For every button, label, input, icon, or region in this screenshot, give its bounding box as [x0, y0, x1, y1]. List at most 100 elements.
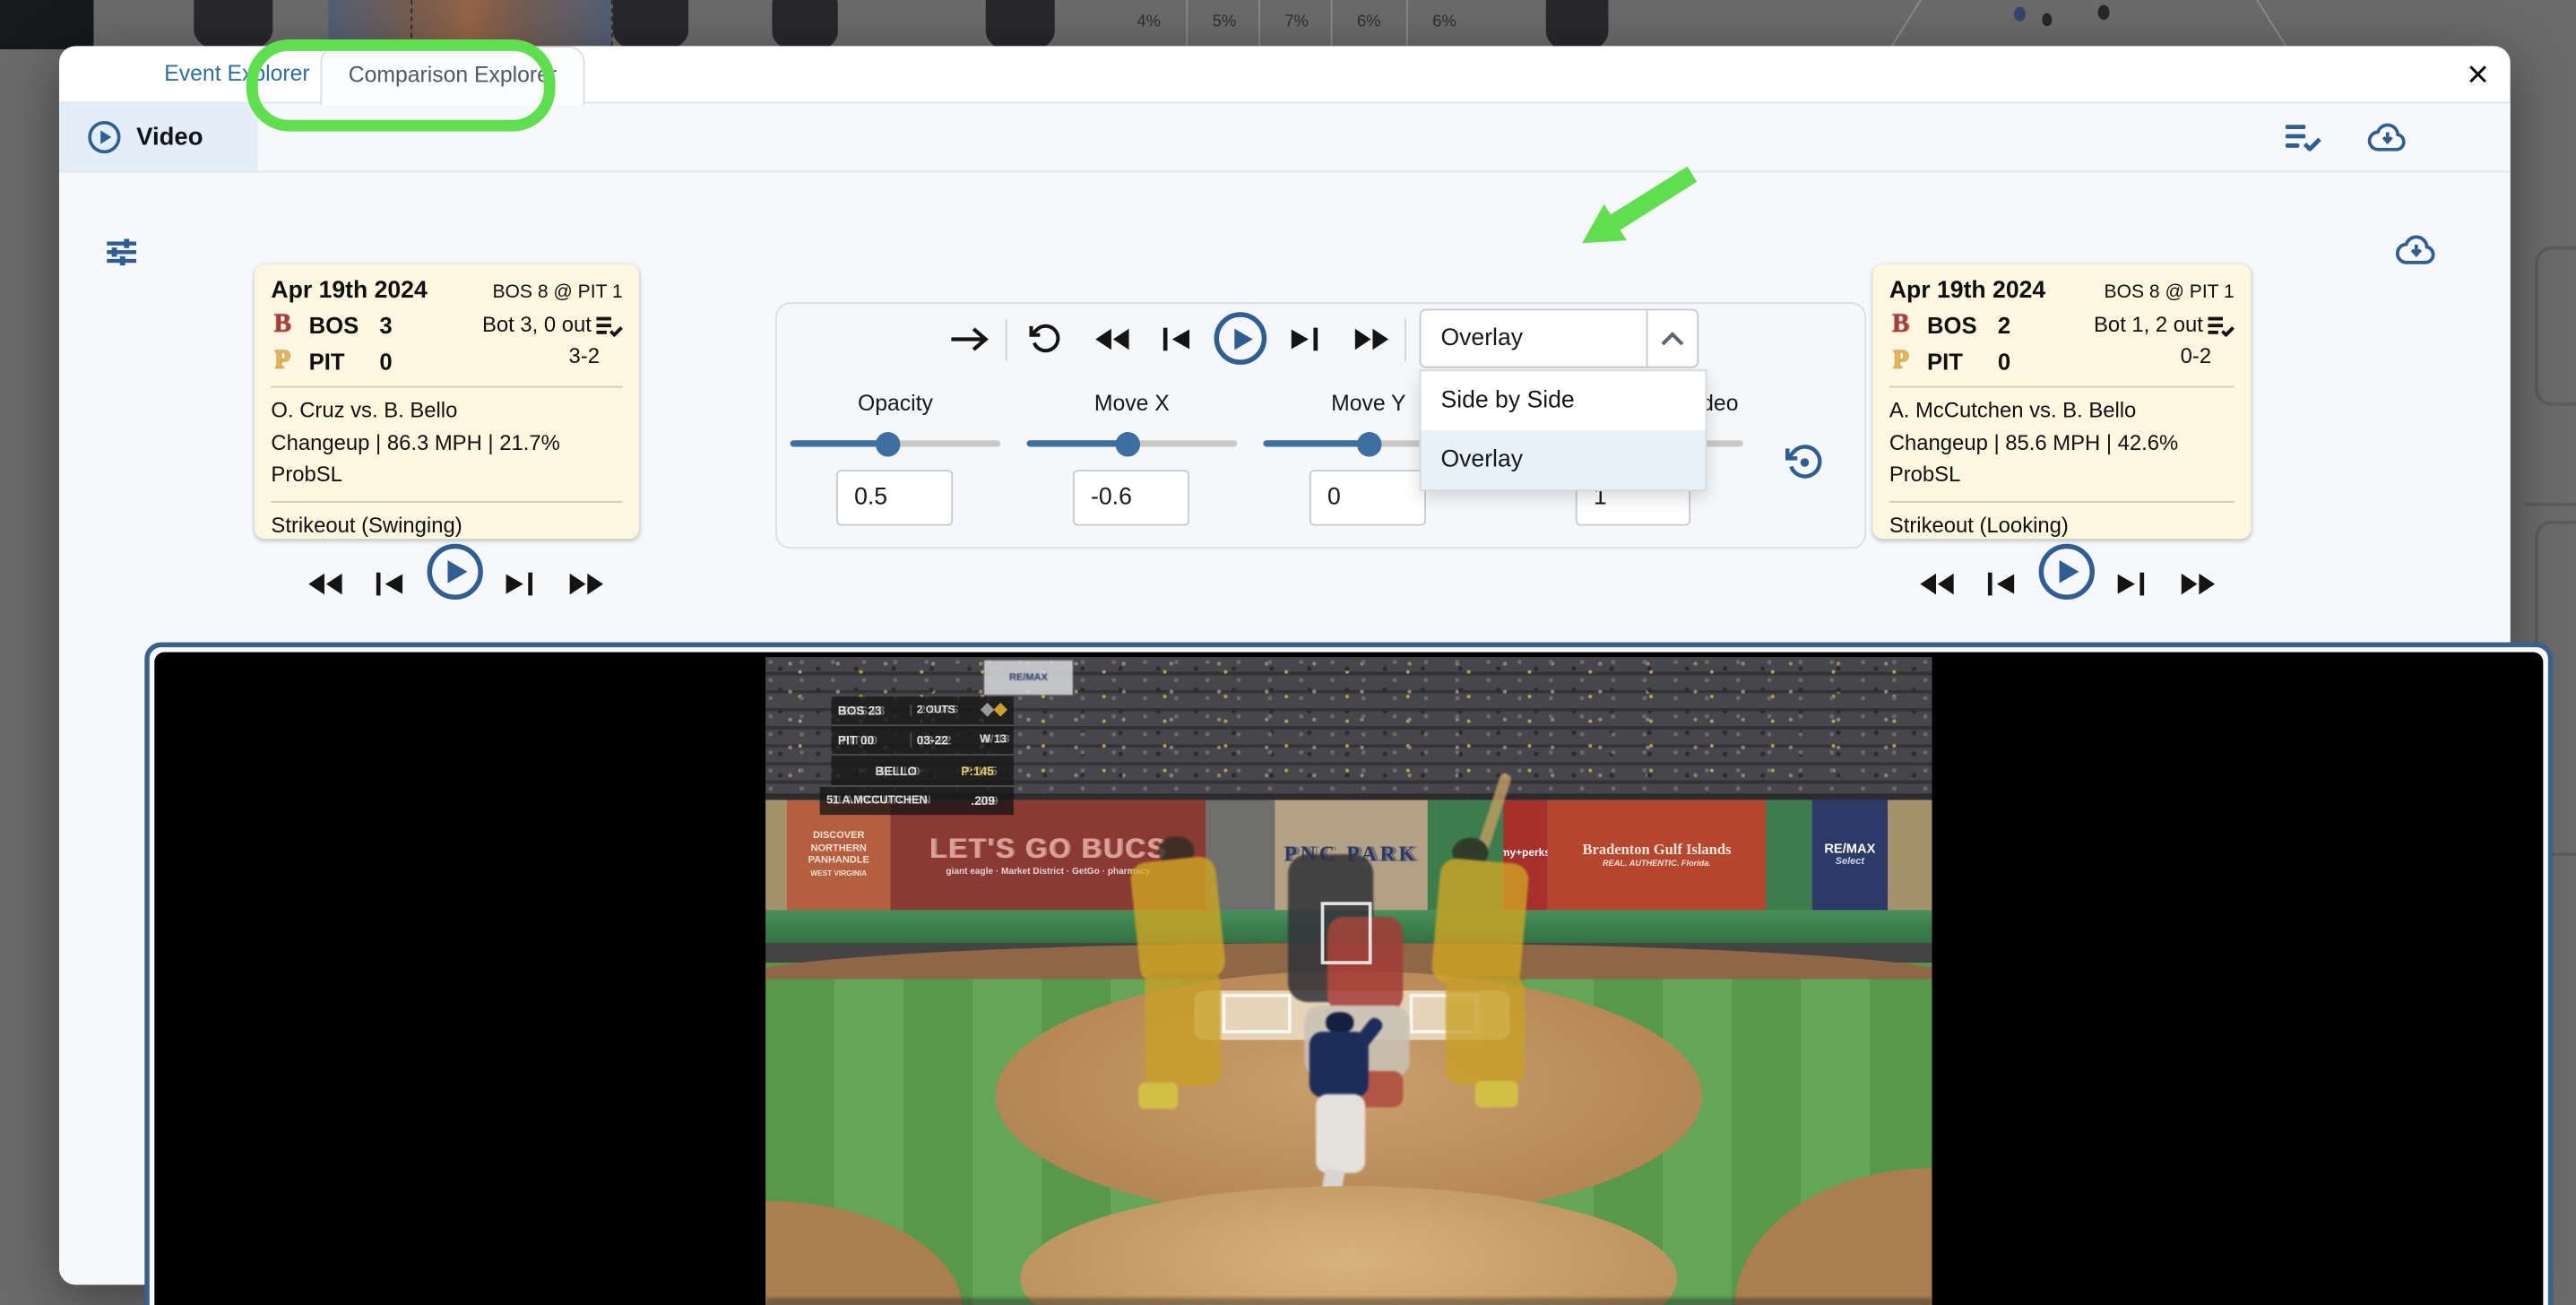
- pitch-info: Changeup | 85.6 MPH | 42.6% ProbSL: [1889, 427, 2235, 490]
- restore-history-icon[interactable]: [1785, 442, 1824, 489]
- reset-icon[interactable]: [1028, 322, 1061, 363]
- result: Strikeout (Swinging): [271, 508, 622, 540]
- move-x-label: Move X: [1027, 391, 1238, 415]
- backdrop-percent-label: 6%: [1432, 13, 1456, 31]
- backdrop-percent-label: 5%: [1213, 13, 1236, 31]
- backdrop-gridline: [1186, 0, 1188, 46]
- rewind-button[interactable]: [307, 572, 343, 605]
- tab-bar: Event Explorer Comparison Explorer ×: [59, 46, 2511, 103]
- scorebug-pitcher: BELLO: [831, 763, 961, 777]
- move-x-input[interactable]: [1073, 470, 1189, 525]
- scorebug-batter: 51 A.MCCUTCHEN: [820, 795, 972, 807]
- chevron-up-icon[interactable]: [1647, 310, 1698, 366]
- play-button[interactable]: [2039, 544, 2095, 600]
- cloud-download-icon[interactable]: [2367, 123, 2408, 152]
- comparison-explorer-modal: Event Explorer Comparison Explorer × Vid…: [59, 46, 2511, 1284]
- pitch-count: 0-2: [2094, 341, 2235, 373]
- tune-icon[interactable]: [107, 238, 136, 274]
- fast-forward-button[interactable]: [2180, 572, 2216, 605]
- fast-forward-button[interactable]: [568, 572, 604, 605]
- team-score: 0: [1998, 349, 2010, 375]
- previous-frame-button[interactable]: [1988, 572, 2016, 605]
- fast-forward-button[interactable]: [1353, 327, 1389, 360]
- video-frame: RE/MAX DISCOVER NORTHERN PANHANDLE WEST …: [765, 657, 1932, 1305]
- event-date: Apr 19th 2024: [1889, 278, 2045, 304]
- backdrop-dot: [2042, 13, 2052, 27]
- tab-event-explorer[interactable]: Event Explorer: [164, 46, 309, 101]
- playlist-check-icon[interactable]: [2286, 123, 2321, 151]
- menu-item-overlay[interactable]: Overlay: [1421, 430, 1705, 489]
- play-circle-icon: [87, 120, 121, 154]
- play-button[interactable]: [1215, 312, 1267, 365]
- event-card-right[interactable]: Apr 19th 2024 BOS 8 @ PIT 1 BBOS2 PPIT0 …: [1873, 264, 2252, 539]
- slider-thumb[interactable]: [876, 431, 900, 455]
- backdrop-percent-label: 4%: [1137, 13, 1160, 31]
- play-button[interactable]: [428, 544, 483, 600]
- backdrop-chart-shape: [194, 0, 272, 53]
- cloud-download-icon[interactable]: [2395, 235, 2438, 274]
- game-score: BOS 8 @ PIT 1: [2105, 282, 2235, 302]
- backdrop-percent-label: 7%: [1284, 13, 1308, 31]
- ad-stone: [765, 800, 787, 911]
- rewind-button[interactable]: [1094, 327, 1130, 360]
- pitch-count: 3-2: [482, 341, 623, 373]
- backdrop-divider: [2525, 503, 2576, 506]
- scorebug-avg: .209: [971, 793, 1014, 808]
- next-frame-button[interactable]: [1292, 327, 1319, 360]
- matchup: O. Cruz vs. B. Bello: [271, 394, 622, 427]
- pit-logo: P: [271, 347, 294, 376]
- video-player[interactable]: RE/MAX DISCOVER NORTHERN PANHANDLE WEST …: [144, 643, 2553, 1305]
- section-title: Video: [136, 123, 203, 151]
- view-mode-value: Overlay: [1421, 325, 1646, 351]
- team-score: 0: [379, 349, 392, 375]
- backdrop-gridline: [1331, 0, 1333, 46]
- slider-thumb[interactable]: [1357, 431, 1381, 455]
- playlist-check-icon[interactable]: [2208, 315, 2234, 337]
- event-card-left[interactable]: Apr 19th 2024 BOS 8 @ PIT 1 BBOS3 PPIT0 …: [255, 264, 639, 539]
- inning-state: Bot 3, 0 out: [482, 310, 592, 341]
- team-abbr: PIT: [309, 349, 365, 375]
- inning-state: Bot 1, 2 out: [2094, 310, 2203, 341]
- view-mode-select[interactable]: Overlay: [1420, 309, 1699, 368]
- menu-item-side-by-side[interactable]: Side by Side: [1421, 371, 1705, 430]
- team-score: 3: [379, 312, 392, 338]
- move-y-input[interactable]: [1310, 470, 1426, 525]
- next-frame-button[interactable]: [2118, 572, 2146, 605]
- batter-ghost-right: [1432, 772, 1537, 1111]
- pitcher: [1293, 1012, 1388, 1206]
- pit-logo: P: [1889, 347, 1913, 376]
- video-section-header: Video: [59, 103, 2511, 172]
- team-score: 2: [1998, 312, 2010, 338]
- opacity-slider[interactable]: [791, 440, 1001, 446]
- previous-frame-button[interactable]: [376, 572, 404, 605]
- close-icon[interactable]: ×: [2467, 49, 2489, 99]
- video-section-chip[interactable]: Video: [59, 103, 258, 170]
- backdrop-heatmap: [329, 0, 611, 49]
- team-lines: BBOS2 PPIT0: [1889, 310, 2010, 376]
- backdrop-chart-shape: [772, 0, 837, 53]
- pitch-info: Changeup | 86.3 MPH | 21.7% ProbSL: [271, 427, 622, 490]
- opacity-input[interactable]: [836, 470, 953, 525]
- tab-comparison-explorer[interactable]: Comparison Explorer: [320, 46, 584, 105]
- playlist-check-icon[interactable]: [596, 315, 622, 337]
- bos-logo: B: [271, 310, 294, 340]
- backdrop-gridline: [1258, 0, 1260, 46]
- backdrop-chart-shape: [986, 0, 1055, 53]
- result: Strikeout (Looking): [1889, 508, 2235, 540]
- slider-thumb[interactable]: [1116, 431, 1140, 455]
- scorebug-away: BOS 23: [831, 703, 910, 717]
- next-frame-button[interactable]: [506, 572, 534, 605]
- backdrop-dark-corner: [0, 0, 93, 49]
- rewind-button[interactable]: [1919, 572, 1955, 605]
- move-x-slider[interactable]: [1027, 440, 1238, 446]
- section-header-actions: [2286, 103, 2408, 170]
- base-indicators: [972, 703, 1014, 717]
- video-tool-content: Apr 19th 2024 BOS 8 @ PIT 1 BBOS3 PPIT0 …: [59, 172, 2511, 1284]
- wall-green: [1766, 800, 1811, 911]
- screen: 4% 5% 7% 6% 6% Event Explorer Comparison…: [0, 0, 2576, 1305]
- previous-frame-button[interactable]: [1163, 327, 1191, 360]
- game-score: BOS 8 @ PIT 1: [492, 282, 622, 302]
- arrow-right-icon[interactable]: [951, 327, 989, 360]
- divider: [1006, 319, 1007, 362]
- scorebug-home: PIT 00: [831, 732, 910, 747]
